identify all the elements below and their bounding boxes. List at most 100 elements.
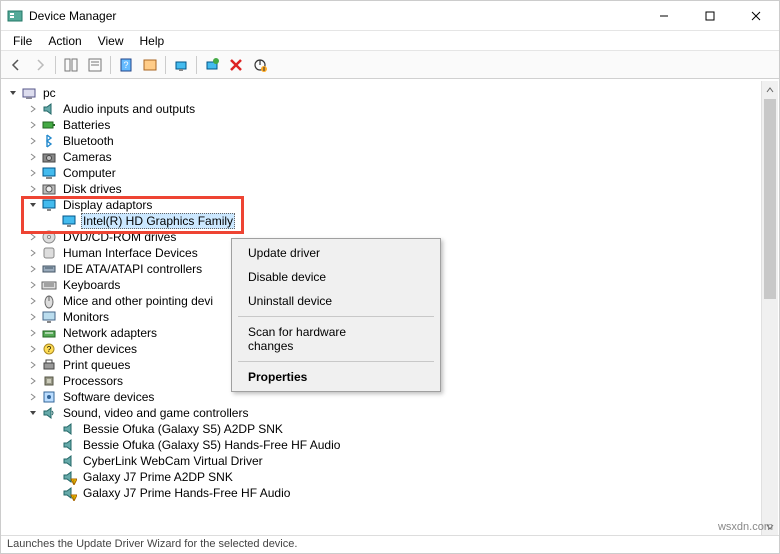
tree-item[interactable]: Computer xyxy=(1,165,779,181)
tree-item[interactable]: !Galaxy J7 Prime A2DP SNK xyxy=(1,469,779,485)
tree-item-label: Computer xyxy=(61,166,118,180)
separator xyxy=(238,316,434,317)
context-menu-item[interactable]: Uninstall device xyxy=(234,289,438,313)
context-menu-item[interactable]: Update driver xyxy=(234,241,438,265)
tree-item[interactable]: Disk drives xyxy=(1,181,779,197)
tree-item-label: Display adaptors xyxy=(61,198,154,212)
expand-icon[interactable] xyxy=(27,359,39,371)
tree-item-label: Other devices xyxy=(61,342,139,356)
scan-hardware-button[interactable] xyxy=(201,54,223,76)
menu-file[interactable]: File xyxy=(5,32,40,50)
tree-item-label: Batteries xyxy=(61,118,112,132)
scrollbar[interactable] xyxy=(761,81,778,535)
tree-item-label: Network adapters xyxy=(61,326,159,340)
expand-icon[interactable] xyxy=(27,295,39,307)
expand-icon[interactable] xyxy=(27,279,39,291)
speaker-icon xyxy=(41,101,57,117)
cpu-icon xyxy=(41,373,57,389)
bluetooth-icon xyxy=(41,133,57,149)
tree-item[interactable]: Audio inputs and outputs xyxy=(1,101,779,117)
printer-icon xyxy=(41,357,57,373)
spacer xyxy=(47,423,59,435)
tree-item[interactable]: Bluetooth xyxy=(1,133,779,149)
computer-icon xyxy=(21,85,37,101)
tree-item-label: Mice and other pointing devi xyxy=(61,294,215,308)
collapse-icon[interactable] xyxy=(27,199,39,211)
show-hide-tree-button[interactable] xyxy=(60,54,82,76)
tree-item[interactable]: Sound, video and game controllers xyxy=(1,405,779,421)
help-button[interactable]: ? xyxy=(115,54,137,76)
menu-help[interactable]: Help xyxy=(132,32,173,50)
expand-icon[interactable] xyxy=(27,119,39,131)
computer-icon xyxy=(41,165,57,181)
tree-item-label: Galaxy J7 Prime Hands-Free HF Audio xyxy=(81,486,292,500)
spacer xyxy=(47,455,59,467)
expand-icon[interactable] xyxy=(27,343,39,355)
expand-icon[interactable] xyxy=(27,327,39,339)
watermark: wsxdn.com xyxy=(718,521,773,533)
tree-item[interactable]: Display adaptors xyxy=(1,197,779,213)
context-menu-item[interactable]: Properties xyxy=(234,365,438,389)
expand-icon[interactable] xyxy=(27,103,39,115)
svg-text:?: ? xyxy=(123,60,128,70)
expand-icon[interactable] xyxy=(27,391,39,403)
tree-item[interactable]: Cameras xyxy=(1,149,779,165)
expand-icon[interactable] xyxy=(27,167,39,179)
separator xyxy=(55,56,56,74)
tree-item-label: Intel(R) HD Graphics Family xyxy=(81,213,235,229)
scroll-up-icon[interactable] xyxy=(762,81,778,98)
expand-icon[interactable] xyxy=(27,375,39,387)
battery-icon xyxy=(41,117,57,133)
expand-icon[interactable] xyxy=(27,231,39,243)
forward-button[interactable] xyxy=(29,54,51,76)
window-title: Device Manager xyxy=(29,9,641,23)
tree-item-label: Monitors xyxy=(61,310,111,324)
expand-icon[interactable] xyxy=(27,135,39,147)
close-button[interactable] xyxy=(733,1,779,31)
svg-text:!: ! xyxy=(73,496,74,501)
statusbar: Launches the Update Driver Wizard for th… xyxy=(1,535,779,553)
spacer xyxy=(47,439,59,451)
collapse-icon[interactable] xyxy=(27,407,39,419)
toolbar: ? xyxy=(1,51,779,79)
speaker-icon xyxy=(61,437,77,453)
expand-icon[interactable] xyxy=(27,311,39,323)
context-menu-item[interactable]: Scan for hardware changes xyxy=(234,320,438,358)
tree-item-label: Processors xyxy=(61,374,125,388)
tree-root[interactable]: pc xyxy=(1,85,779,101)
speaker-icon xyxy=(61,453,77,469)
expand-icon[interactable] xyxy=(27,151,39,163)
expand-icon[interactable] xyxy=(27,183,39,195)
scroll-thumb[interactable] xyxy=(764,99,776,299)
action-button[interactable] xyxy=(139,54,161,76)
context-menu-item[interactable]: Disable device xyxy=(234,265,438,289)
expand-icon[interactable] xyxy=(27,247,39,259)
software-icon xyxy=(41,389,57,405)
expand-icon[interactable] xyxy=(27,263,39,275)
tree-item[interactable]: ! Galaxy J7 Prime Hands-Free HF Audio xyxy=(1,485,779,501)
tree-item[interactable]: CyberLink WebCam Virtual Driver xyxy=(1,453,779,469)
update-driver-button[interactable] xyxy=(170,54,192,76)
separator xyxy=(165,56,166,74)
disable-button[interactable] xyxy=(249,54,271,76)
tree-item-label: Sound, video and game controllers xyxy=(61,406,250,420)
tree-item[interactable]: Bessie Ofuka (Galaxy S5) Hands-Free HF A… xyxy=(1,437,779,453)
minimize-button[interactable] xyxy=(641,1,687,31)
network-icon xyxy=(41,325,57,341)
properties-button[interactable] xyxy=(84,54,106,76)
expand-icon[interactable] xyxy=(7,87,19,99)
tree-item-label: Bluetooth xyxy=(61,134,116,148)
other-icon: ? xyxy=(41,341,57,357)
speaker-warn-icon: ! xyxy=(61,469,77,485)
tree-item[interactable]: Batteries xyxy=(1,117,779,133)
uninstall-button[interactable] xyxy=(225,54,247,76)
tree-item-label: IDE ATA/ATAPI controllers xyxy=(61,262,204,276)
back-button[interactable] xyxy=(5,54,27,76)
app-icon xyxy=(7,8,23,24)
menu-view[interactable]: View xyxy=(90,32,132,50)
tree-item-label: Bessie Ofuka (Galaxy S5) Hands-Free HF A… xyxy=(81,438,342,452)
maximize-button[interactable] xyxy=(687,1,733,31)
menu-action[interactable]: Action xyxy=(40,32,89,50)
tree-item[interactable]: Bessie Ofuka (Galaxy S5) A2DP SNK xyxy=(1,421,779,437)
tree-item[interactable]: Intel(R) HD Graphics Family xyxy=(1,213,779,229)
